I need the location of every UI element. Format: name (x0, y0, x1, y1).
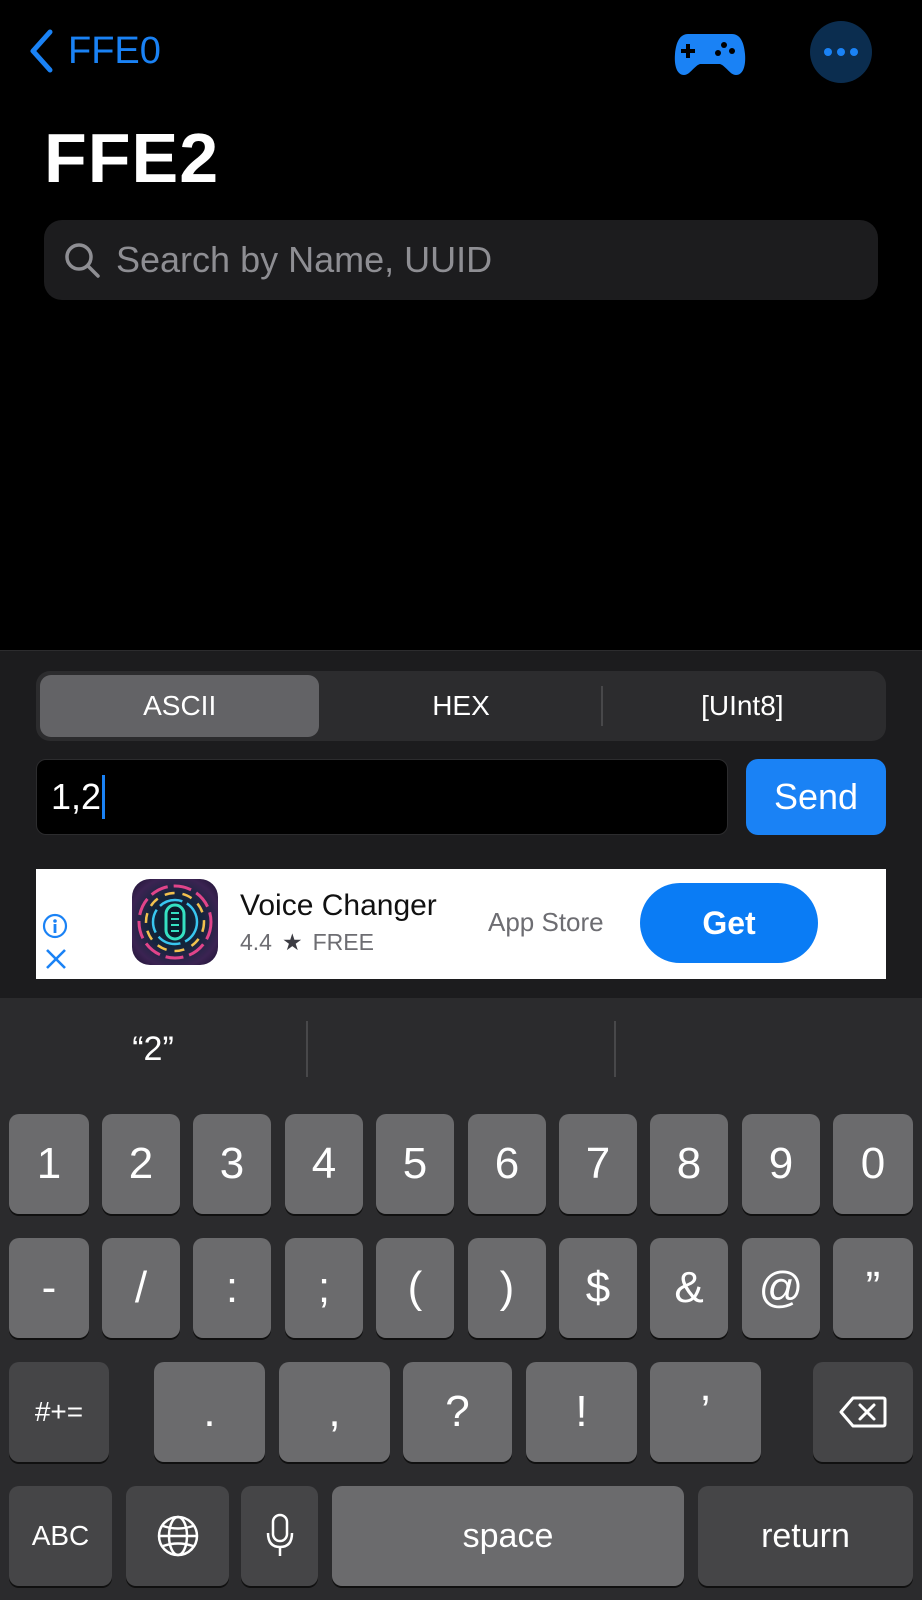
suggestion-item[interactable]: “2” (0, 998, 306, 1100)
key-semicolon[interactable]: ; (285, 1238, 363, 1338)
ad-store-label: App Store (488, 907, 604, 937)
more-dot-icon (837, 48, 845, 56)
key-5[interactable]: 5 (376, 1114, 454, 1214)
ad-app-name: Voice Changer (240, 889, 437, 922)
tab-ascii[interactable]: ASCII (40, 675, 320, 737)
key-slash[interactable]: / (102, 1238, 180, 1338)
chevron-left-icon (30, 29, 53, 73)
format-segmented-control: ASCII HEX [UInt8] (36, 671, 886, 741)
key-open-paren[interactable]: ( (376, 1238, 454, 1338)
star-icon: ★ (281, 929, 303, 955)
globe-icon (157, 1515, 198, 1557)
tab-hex[interactable]: HEX (321, 675, 600, 737)
get-button[interactable]: Get (640, 883, 818, 963)
back-button-label: FFE0 (68, 29, 161, 72)
key-ampersand[interactable]: & (650, 1238, 728, 1338)
key-9[interactable]: 9 (742, 1114, 820, 1214)
key-close-paren[interactable]: ) (468, 1238, 546, 1338)
key-hyphen[interactable]: - (9, 1238, 89, 1338)
navigation-bar: FFE0 (0, 0, 922, 110)
ad-banner[interactable]: Voice Changer 4.4 ★ FREE App Store Get (36, 869, 886, 979)
microphone-icon (266, 1513, 293, 1556)
key-4[interactable]: 4 (285, 1114, 363, 1214)
search-icon (65, 243, 100, 278)
tab-uint8[interactable]: [UInt8] (603, 675, 882, 737)
send-button[interactable]: Send (746, 759, 886, 835)
close-icon[interactable] (44, 947, 68, 971)
write-input-row: 1,2 Send (36, 759, 886, 835)
dictation-key[interactable] (241, 1486, 318, 1586)
text-caret (102, 775, 106, 819)
search-bar[interactable] (44, 220, 878, 300)
page-title: FFE2 (44, 119, 220, 197)
write-value-text: 1,2 (51, 776, 102, 817)
key-2[interactable]: 2 (102, 1114, 180, 1214)
ad-price: FREE (312, 929, 374, 955)
key-8[interactable]: 8 (650, 1114, 728, 1214)
ad-rating: 4.4 (240, 929, 272, 955)
back-button[interactable]: FFE0 (28, 28, 161, 74)
write-value-field[interactable]: 1,2 (36, 759, 728, 835)
key-comma[interactable]: , (279, 1362, 390, 1462)
write-panel: ASCII HEX [UInt8] 1,2 Send Voice Changer… (0, 650, 922, 998)
more-dot-icon (824, 48, 832, 56)
app-icon (132, 879, 218, 965)
key-period[interactable]: . (154, 1362, 265, 1462)
key-0[interactable]: 0 (833, 1114, 913, 1214)
keyboard: “2” 1 2 3 4 5 6 7 8 9 0 - / : ; ( ) $ & … (0, 998, 922, 1600)
key-more-symbols[interactable]: #+= (9, 1362, 109, 1462)
key-apostrophe[interactable]: ’ (650, 1362, 761, 1462)
key-quote[interactable]: ” (833, 1238, 913, 1338)
space-key[interactable]: space (332, 1486, 684, 1586)
key-question[interactable]: ? (403, 1362, 512, 1462)
ad-meta: 4.4 ★ FREE (240, 929, 374, 956)
gamepad-icon[interactable] (674, 28, 746, 78)
backspace-icon (839, 1396, 887, 1428)
key-at[interactable]: @ (742, 1238, 820, 1338)
delete-key[interactable] (813, 1362, 913, 1462)
key-abc[interactable]: ABC (9, 1486, 112, 1586)
info-icon[interactable] (42, 913, 68, 939)
globe-key[interactable] (126, 1486, 229, 1586)
key-7[interactable]: 7 (559, 1114, 637, 1214)
microphone-logo-icon (137, 884, 213, 960)
suggestion-bar: “2” (0, 998, 922, 1100)
more-dot-icon (850, 48, 858, 56)
key-exclamation[interactable]: ! (526, 1362, 637, 1462)
return-key[interactable]: return (698, 1486, 913, 1586)
suggestion-item-empty[interactable] (308, 998, 614, 1100)
key-dollar[interactable]: $ (559, 1238, 637, 1338)
key-6[interactable]: 6 (468, 1114, 546, 1214)
suggestion-item-empty[interactable] (616, 998, 922, 1100)
key-colon[interactable]: : (193, 1238, 271, 1338)
key-1[interactable]: 1 (9, 1114, 89, 1214)
more-options-button[interactable] (810, 21, 872, 83)
search-input[interactable] (116, 239, 876, 281)
key-3[interactable]: 3 (193, 1114, 271, 1214)
